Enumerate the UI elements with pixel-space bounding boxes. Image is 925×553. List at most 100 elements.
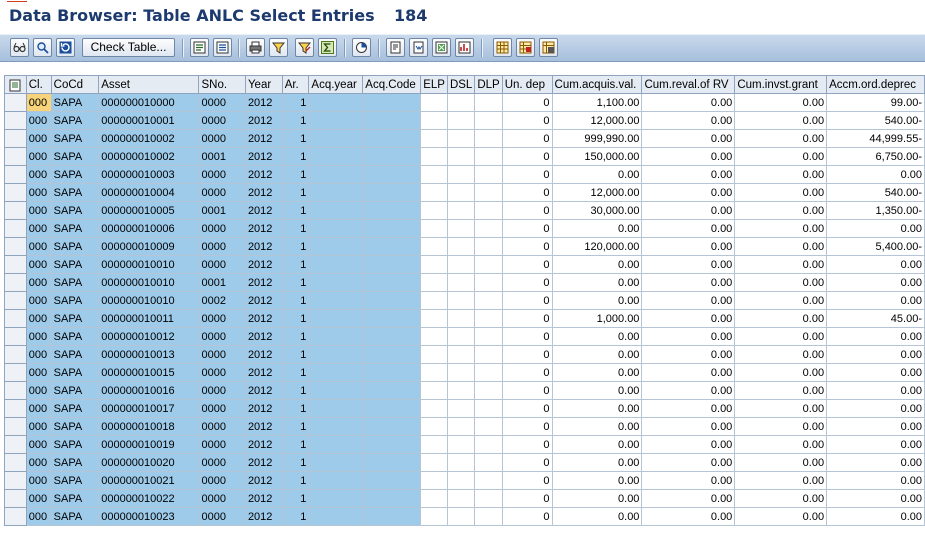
cell-cum-invst-grant[interactable]: 0.00 bbox=[734, 183, 828, 202]
column-header-year[interactable]: Year bbox=[244, 75, 283, 94]
cell-ar[interactable]: 1 bbox=[281, 327, 310, 346]
cell-cl[interactable]: 000 bbox=[25, 363, 52, 382]
table-row[interactable]: 000 SAPA 000000010017 0000 2012 1 0 0.00 0.00 0.0… bbox=[4, 399, 925, 418]
table-row[interactable]: 000 SAPA 000000010006 0000 2012 1 0 0.00 0.00 0.0… bbox=[4, 219, 925, 238]
cell-accm-ord-deprec[interactable]: 0.00 bbox=[826, 363, 925, 382]
cell-accm-ord-deprec[interactable]: 0.00 bbox=[826, 165, 925, 184]
cell-acq-code[interactable] bbox=[362, 129, 422, 148]
cell-cum-invst-grant[interactable]: 0.00 bbox=[734, 417, 828, 436]
cell-dsl[interactable] bbox=[446, 489, 476, 508]
cell-un-dep[interactable]: 0 bbox=[501, 381, 553, 400]
cell-acq-code[interactable] bbox=[362, 147, 422, 166]
word-icon[interactable] bbox=[409, 38, 428, 57]
cell-acq-year[interactable] bbox=[308, 471, 364, 490]
cell-dsl[interactable] bbox=[446, 453, 476, 472]
cell-sno[interactable]: 0000 bbox=[198, 165, 246, 184]
cell-ar[interactable]: 1 bbox=[281, 219, 310, 238]
cell-sno[interactable]: 0000 bbox=[198, 363, 246, 382]
cell-cum-invst-grant[interactable]: 0.00 bbox=[734, 381, 828, 400]
cell-cocd[interactable]: SAPA bbox=[50, 129, 100, 148]
cell-year[interactable]: 2012 bbox=[244, 237, 283, 256]
cell-ar[interactable]: 1 bbox=[281, 435, 310, 454]
cell-acq-code[interactable] bbox=[362, 399, 422, 418]
cell-asset[interactable]: 000000010012 bbox=[98, 327, 200, 346]
table-row[interactable]: 000 SAPA 000000010020 0000 2012 1 0 0.00 0.00 0.0… bbox=[4, 453, 925, 472]
cell-elp[interactable] bbox=[420, 471, 448, 490]
cell-asset[interactable]: 000000010016 bbox=[98, 381, 200, 400]
cell-accm-ord-deprec[interactable]: 0.00 bbox=[826, 291, 925, 310]
cell-acq-code[interactable] bbox=[362, 345, 422, 364]
cell-un-dep[interactable]: 0 bbox=[501, 237, 553, 256]
cell-dlp[interactable] bbox=[474, 327, 503, 346]
cell-cum-invst-grant[interactable]: 0.00 bbox=[734, 111, 828, 130]
table-row[interactable]: 000 SAPA 000000010016 0000 2012 1 0 0.00 0.00 0.0… bbox=[4, 381, 925, 400]
cell-cum-acquis-val[interactable]: 0.00 bbox=[551, 363, 643, 382]
cell-cum-reval-rv[interactable]: 0.00 bbox=[641, 183, 736, 202]
cell-sno[interactable]: 0000 bbox=[198, 111, 246, 130]
cell-cum-acquis-val[interactable]: 0.00 bbox=[551, 471, 643, 490]
cell-acq-year[interactable] bbox=[308, 219, 364, 238]
column-header-elp[interactable]: ELP bbox=[420, 75, 448, 94]
cell-un-dep[interactable]: 0 bbox=[501, 309, 553, 328]
cell-year[interactable]: 2012 bbox=[244, 417, 283, 436]
cell-ar[interactable]: 1 bbox=[281, 291, 310, 310]
cell-dsl[interactable] bbox=[446, 273, 476, 292]
cell-cl[interactable]: 000 bbox=[25, 93, 52, 112]
cell-acq-code[interactable] bbox=[362, 327, 422, 346]
cell-cl[interactable]: 000 bbox=[25, 381, 52, 400]
cell-acq-year[interactable] bbox=[308, 507, 364, 526]
cell-asset[interactable]: 000000010004 bbox=[98, 183, 200, 202]
cell-dlp[interactable] bbox=[474, 399, 503, 418]
cell-cocd[interactable]: SAPA bbox=[50, 201, 100, 220]
cell-ar[interactable]: 1 bbox=[281, 237, 310, 256]
select-all-icon[interactable] bbox=[4, 75, 27, 94]
cell-year[interactable]: 2012 bbox=[244, 327, 283, 346]
cell-dlp[interactable] bbox=[474, 219, 503, 238]
table-row[interactable]: 000 SAPA 000000010002 0001 2012 1 0 150,000.00 0… bbox=[4, 147, 925, 166]
column-header-cum-acquis-val[interactable]: Cum.acquis.val. bbox=[551, 75, 643, 94]
excel-icon[interactable] bbox=[432, 38, 451, 57]
layout-icon[interactable] bbox=[493, 38, 512, 57]
cell-acq-year[interactable] bbox=[308, 255, 364, 274]
cell-dsl[interactable] bbox=[446, 309, 476, 328]
cell-dsl[interactable] bbox=[446, 111, 476, 130]
cell-dlp[interactable] bbox=[474, 381, 503, 400]
cell-acq-year[interactable] bbox=[308, 147, 364, 166]
cell-ar[interactable]: 1 bbox=[281, 345, 310, 364]
cell-ar[interactable]: 1 bbox=[281, 201, 310, 220]
row-selector[interactable] bbox=[4, 363, 27, 382]
column-header-acq-code[interactable]: Acq.Code bbox=[362, 75, 422, 94]
cell-elp[interactable] bbox=[420, 327, 448, 346]
cell-cocd[interactable]: SAPA bbox=[50, 111, 100, 130]
cell-acq-code[interactable] bbox=[362, 111, 422, 130]
cell-cum-reval-rv[interactable]: 0.00 bbox=[641, 453, 736, 472]
table-row[interactable]: 000 SAPA 000000010004 0000 2012 1 0 12,000.00 0.… bbox=[4, 183, 925, 202]
row-selector[interactable] bbox=[4, 417, 27, 436]
row-selector[interactable] bbox=[4, 93, 27, 112]
cell-un-dep[interactable]: 0 bbox=[501, 363, 553, 382]
cell-acq-code[interactable] bbox=[362, 291, 422, 310]
cell-elp[interactable] bbox=[420, 273, 448, 292]
row-selector[interactable] bbox=[4, 291, 27, 310]
cell-year[interactable]: 2012 bbox=[244, 453, 283, 472]
cell-cum-reval-rv[interactable]: 0.00 bbox=[641, 435, 736, 454]
cell-ar[interactable]: 1 bbox=[281, 147, 310, 166]
cell-dsl[interactable] bbox=[446, 327, 476, 346]
cell-accm-ord-deprec[interactable]: 0.00 bbox=[826, 273, 925, 292]
cell-dsl[interactable] bbox=[446, 147, 476, 166]
cell-acq-code[interactable] bbox=[362, 255, 422, 274]
table-row[interactable]: 000 SAPA 000000010013 0000 2012 1 0 0.00 0.00 0.0… bbox=[4, 345, 925, 364]
cell-asset[interactable]: 000000010006 bbox=[98, 219, 200, 238]
cell-dsl[interactable] bbox=[446, 93, 476, 112]
row-selector[interactable] bbox=[4, 471, 27, 490]
cell-dlp[interactable] bbox=[474, 237, 503, 256]
cell-cum-invst-grant[interactable]: 0.00 bbox=[734, 237, 828, 256]
column-header-accm-ord-deprec[interactable]: Accm.ord.deprec bbox=[826, 75, 925, 94]
row-selector[interactable] bbox=[4, 237, 27, 256]
cell-dsl[interactable] bbox=[446, 381, 476, 400]
cell-cl[interactable]: 000 bbox=[25, 219, 52, 238]
row-selector[interactable] bbox=[4, 129, 27, 148]
cell-cum-reval-rv[interactable]: 0.00 bbox=[641, 273, 736, 292]
glasses-icon[interactable] bbox=[10, 38, 29, 57]
cell-ar[interactable]: 1 bbox=[281, 183, 310, 202]
